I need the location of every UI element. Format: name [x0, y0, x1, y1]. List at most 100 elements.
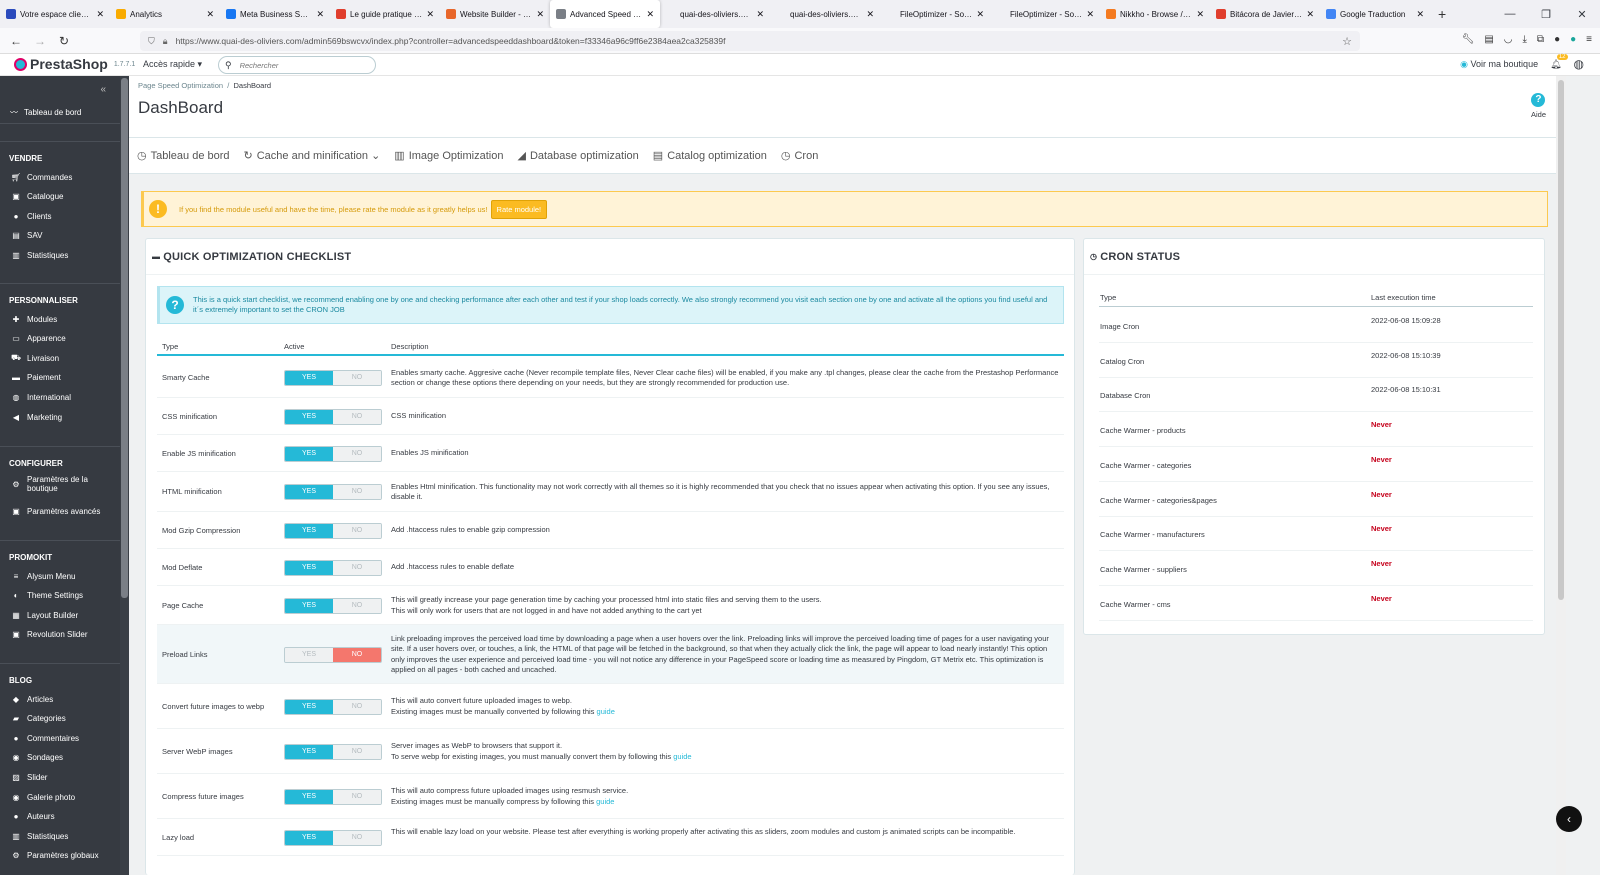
close-tab-icon[interactable]: ✕	[1196, 9, 1204, 20]
quick-access-dropdown[interactable]: Accès rapide ▾	[143, 59, 202, 70]
reader-icon[interactable]: ▤	[1484, 34, 1493, 45]
toggle-yes[interactable]: YES	[285, 744, 333, 759]
sidebar-item[interactable]: ▰ Categories	[0, 710, 120, 728]
sidebar-item[interactable]: ◍ International	[0, 388, 120, 406]
extension-a-icon[interactable]: ●	[1570, 34, 1576, 45]
close-tab-icon[interactable]: ✕	[1306, 9, 1314, 20]
toggle-no[interactable]: NO	[333, 523, 381, 538]
browser-tab[interactable]: quai-des-oliviers.com/mod ✕	[770, 0, 880, 28]
rate-module-button[interactable]: Rate module!	[490, 199, 548, 219]
browser-tab[interactable]: Le guide pratique pour ✕	[330, 0, 440, 28]
profile-h-icon[interactable]: ●	[1554, 34, 1560, 45]
active-toggle[interactable]: YES NO	[284, 559, 382, 576]
sidebar-item[interactable]: ▣ Catalogue	[0, 188, 120, 206]
sidebar-item[interactable]: ⛟ Livraison	[0, 349, 120, 367]
help-button[interactable]: ? Aide	[1531, 93, 1546, 119]
browser-tab[interactable]: FileOptimizer - Software Ja ✕	[880, 0, 990, 28]
browser-tab[interactable]: Website Builder - Médi ✕	[440, 0, 550, 28]
toggle-yes[interactable]: YES	[285, 647, 333, 662]
toggle-yes[interactable]: YES	[285, 523, 333, 538]
sidebar-item[interactable]: 🛒︎ Commandes	[0, 168, 120, 186]
sidebar-item[interactable]: ▥ Statistiques	[0, 246, 120, 264]
browser-tab[interactable]: Advanced Speed Dashb✕	[550, 0, 660, 28]
close-tab-icon[interactable]: ✕	[206, 9, 214, 20]
account-icon[interactable]: ◍	[1574, 57, 1584, 71]
wrench-icon[interactable]: 🔧︎	[1462, 34, 1475, 45]
module-tab[interactable]: ◢ Database optimization	[517, 149, 638, 163]
toggle-yes[interactable]: YES	[285, 598, 333, 613]
notifications-bell[interactable]: 🔔︎ 12	[1550, 53, 1568, 70]
active-toggle[interactable]: YES NO	[284, 408, 382, 425]
sidebar-item-dashboard[interactable]: 〰 Tableau de bord	[0, 102, 120, 124]
toggle-yes[interactable]: YES	[285, 789, 333, 804]
active-toggle[interactable]: YES NO	[284, 698, 382, 715]
sidebar-item[interactable]: ⚙ Paramètres de la boutique	[0, 473, 120, 495]
toggle-no[interactable]: NO	[333, 371, 381, 385]
close-tab-icon[interactable]: ✕	[426, 9, 434, 20]
page-scrollbar[interactable]	[1556, 76, 1566, 875]
collapse-sidebar-icon[interactable]: «	[100, 84, 106, 95]
module-tab[interactable]: ◷ Cron	[781, 149, 818, 163]
sidebar-item[interactable]: ● Auteurs	[0, 808, 120, 826]
active-toggle[interactable]: YES NO	[284, 370, 382, 386]
sidebar-item[interactable]: ▦ Layout Builder	[0, 606, 120, 624]
toggle-no[interactable]: NO	[333, 830, 381, 845]
active-toggle[interactable]: YES NO	[284, 445, 382, 462]
admin-search[interactable]: ⚲	[218, 56, 376, 74]
browser-tab[interactable]: FileOptimizer - Software Ja ✕	[990, 0, 1100, 28]
module-tab[interactable]: ▥ Image Optimization	[394, 149, 503, 163]
prestashop-logo[interactable]: PrestaShop 1.7.7.1	[14, 56, 135, 72]
toggle-yes[interactable]: YES	[285, 485, 333, 499]
close-tab-icon[interactable]: ✕	[536, 9, 544, 20]
sidebar-item[interactable]: ⚙ Paramètres globaux	[0, 847, 120, 865]
browser-tab[interactable]: quai-des-oliviers.com/mod ✕	[660, 0, 770, 28]
close-window-icon[interactable]: ✕	[1564, 8, 1600, 21]
browser-menu-icon[interactable]: ≡	[1586, 34, 1592, 45]
browser-tab[interactable]: Bitácora de Javier Gutié✕	[1210, 0, 1320, 28]
toggle-no[interactable]: NO	[333, 647, 381, 662]
toggle-no[interactable]: NO	[333, 560, 381, 575]
sidebar-item[interactable]: ▨ Slider	[0, 768, 120, 786]
sidebar-item[interactable]: ▭ Apparence	[0, 330, 120, 348]
sidebar-item[interactable]: ◉ Galerie photo	[0, 788, 120, 806]
close-tab-icon[interactable]: ✕	[1086, 9, 1094, 20]
active-toggle[interactable]: YES NO	[284, 788, 382, 805]
url-field[interactable]: ⛉ 🔒︎ https://www.quai-des-oliviers.com/a…	[140, 31, 1360, 51]
browser-tab[interactable]: Meta Business Suite ✕	[220, 0, 330, 28]
close-tab-icon[interactable]: ✕	[1416, 9, 1424, 20]
toggle-yes[interactable]: YES	[285, 830, 333, 845]
toggle-no[interactable]: NO	[333, 409, 381, 424]
sidebar-item[interactable]: ✚ Modules	[0, 310, 120, 328]
close-tab-icon[interactable]: ✕	[316, 9, 324, 20]
sidebar-item[interactable]: ▤ SAV	[0, 227, 120, 245]
sidebar-item[interactable]: ▬ Paiement	[0, 369, 120, 387]
close-tab-icon[interactable]: ✕	[866, 9, 874, 20]
active-toggle[interactable]: YES NO	[284, 743, 382, 760]
reload-icon[interactable]: ↻	[52, 34, 76, 48]
close-tab-icon[interactable]: ✕	[976, 9, 984, 20]
toggle-yes[interactable]: YES	[285, 409, 333, 424]
minimize-icon[interactable]: —	[1492, 8, 1528, 20]
toggle-yes[interactable]: YES	[285, 446, 333, 461]
active-toggle[interactable]: YES NO	[284, 484, 382, 500]
sidebar-item[interactable]: ◀ Marketing	[0, 408, 120, 426]
sidebar-item[interactable]: ▣ Revolution Slider	[0, 626, 120, 644]
close-tab-icon[interactable]: ✕	[96, 9, 104, 20]
download-icon[interactable]: ⤓	[1523, 34, 1527, 45]
toggle-no[interactable]: NO	[333, 744, 381, 759]
module-tab[interactable]: ▤ Catalog optimization	[653, 149, 767, 163]
toggle-no[interactable]: NO	[333, 699, 381, 714]
browser-tab[interactable]: Analytics ✕	[110, 0, 220, 28]
toggle-no[interactable]: NO	[333, 789, 381, 804]
guide-link[interactable]: guide	[596, 797, 614, 806]
breadcrumb-parent[interactable]: Page Speed Optimization	[138, 81, 223, 90]
sidebar-item[interactable]: ◆ Articles	[0, 690, 120, 708]
sidebar-item[interactable]: ● Clients	[0, 207, 120, 225]
browser-tab[interactable]: Nikkho - Browse /FileO ✕	[1100, 0, 1210, 28]
sidebar-item[interactable]: ◐ Theme Settings	[0, 587, 120, 605]
search-input[interactable]	[239, 60, 360, 70]
view-shop-link[interactable]: ◉ Voir ma boutique	[1460, 59, 1538, 70]
extensions-icon[interactable]: ⧉	[1537, 34, 1544, 45]
sidebar-scrollbar[interactable]	[120, 76, 129, 875]
toggle-yes[interactable]: YES	[285, 699, 333, 714]
